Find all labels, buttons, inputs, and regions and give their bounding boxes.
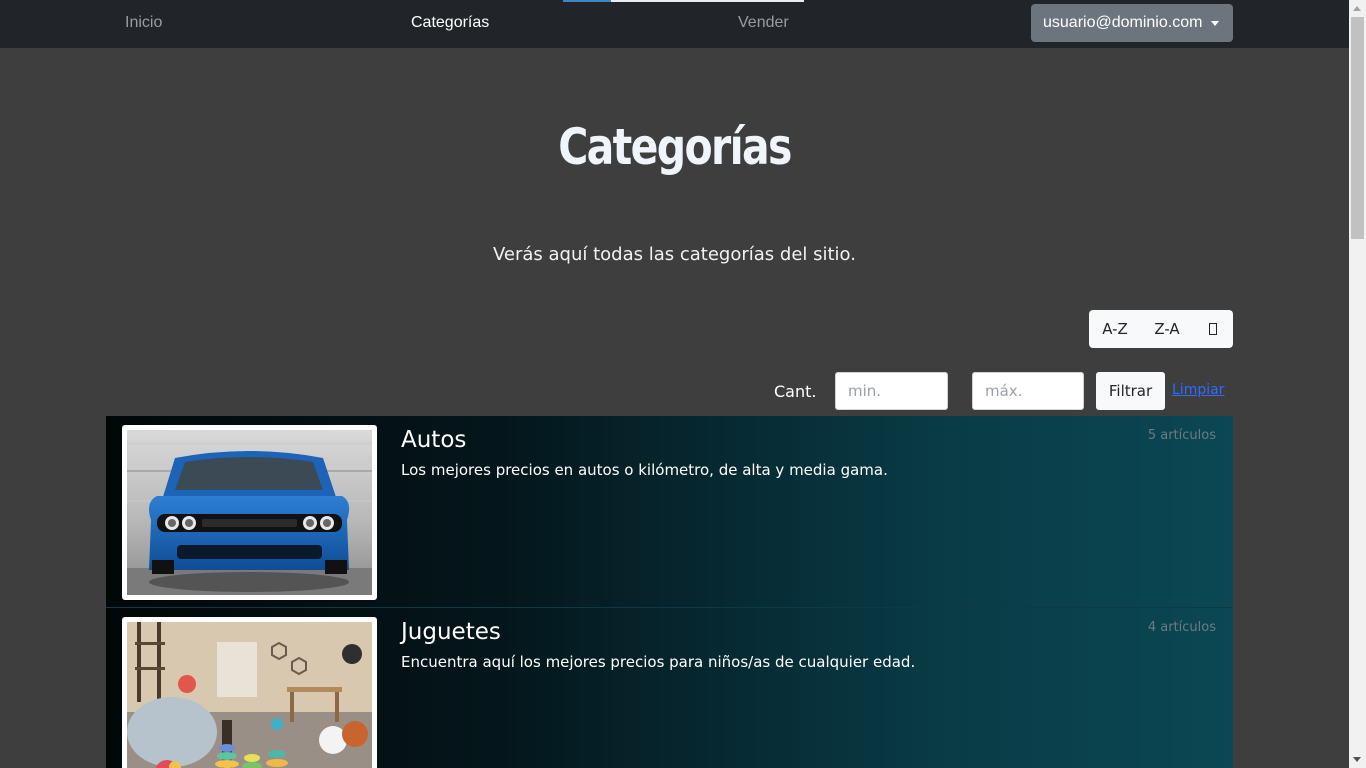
- category-list: Autos Los mejores precios en autos o kil…: [106, 416, 1233, 768]
- nav-link-vender[interactable]: Vender: [738, 14, 789, 32]
- nav-link-inicio[interactable]: Inicio: [125, 14, 162, 32]
- page-scrollbar[interactable]: [1349, 0, 1366, 768]
- nav-link-categorias[interactable]: Categorías: [411, 14, 489, 32]
- scroll-up-arrow-icon[interactable]: [1349, 0, 1366, 17]
- category-description: Los mejores precios en autos o kilómetro…: [401, 461, 888, 479]
- nav-active-indicator: [563, 0, 804, 2]
- sort-by-count-button[interactable]: [1193, 310, 1233, 348]
- caret-down-icon: [1211, 20, 1220, 26]
- category-count: 5 artículos: [1147, 428, 1216, 443]
- scroll-thumb[interactable]: [1351, 17, 1364, 239]
- navbar: Inicio Categorías Vender usuario@dominio…: [0, 0, 1349, 48]
- user-email: usuario@dominio.com: [1043, 14, 1203, 31]
- scroll-down-arrow-icon[interactable]: [1349, 751, 1366, 768]
- filter-button[interactable]: Filtrar: [1096, 372, 1165, 410]
- car-image: [127, 430, 372, 595]
- clear-filter-link[interactable]: Limpiar: [1172, 382, 1224, 398]
- category-name: Juguetes: [401, 619, 501, 645]
- category-image-autos: [122, 425, 377, 600]
- category-description: Encuentra aquí los mejores precios para …: [401, 653, 916, 671]
- category-count: 4 artículos: [1147, 620, 1216, 635]
- sort-za-button[interactable]: Z-A: [1141, 310, 1193, 348]
- toys-image: [127, 622, 372, 768]
- page-title: Categorías: [558, 118, 792, 176]
- user-dropdown-button[interactable]: usuario@dominio.com: [1031, 4, 1233, 42]
- category-image-juguetes: [122, 617, 377, 768]
- category-item-juguetes[interactable]: Juguetes Encuentra aquí los mejores prec…: [106, 608, 1233, 768]
- page-lead: Verás aquí todas las categorías del siti…: [493, 244, 856, 265]
- category-item-autos[interactable]: Autos Los mejores precios en autos o kil…: [106, 416, 1233, 608]
- sort-az-button[interactable]: A-Z: [1089, 310, 1141, 348]
- min-count-input[interactable]: [835, 372, 948, 410]
- category-name: Autos: [401, 427, 467, 453]
- sort-button-group: A-Z Z-A: [1089, 310, 1233, 348]
- missing-glyph-icon: [1209, 323, 1217, 335]
- max-count-input[interactable]: [972, 372, 1084, 410]
- count-filter-label: Cant.: [774, 382, 817, 401]
